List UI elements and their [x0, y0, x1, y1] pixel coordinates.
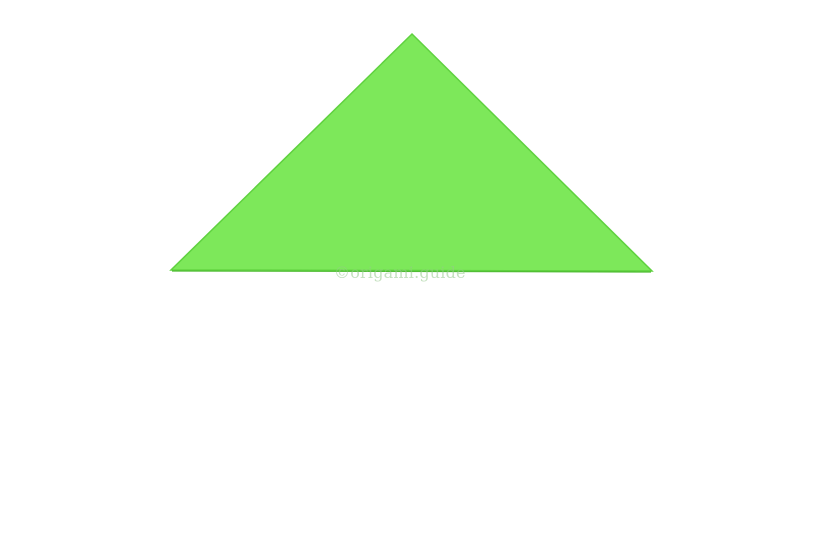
- watermark-text: ©origami.guide: [334, 263, 466, 282]
- photo-canvas: ©origami.guide: [0, 0, 825, 550]
- green-paper-triangle: [169, 32, 654, 272]
